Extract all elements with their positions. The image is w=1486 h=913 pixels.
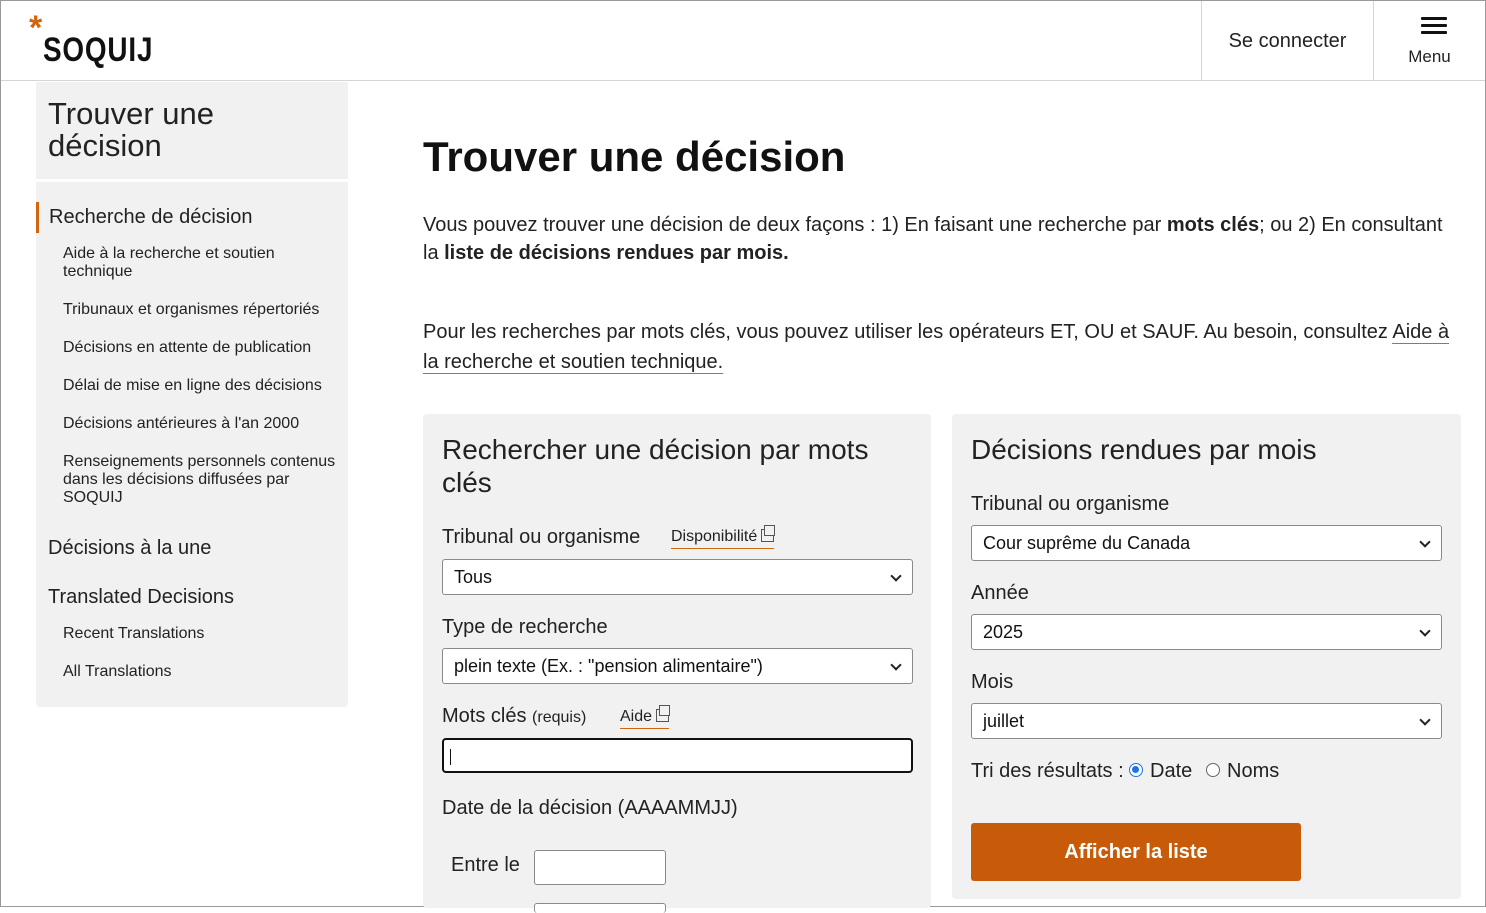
sort-date-radio[interactable] bbox=[1129, 763, 1143, 777]
soquij-logo[interactable]: * SOQUIJ bbox=[29, 11, 159, 69]
menu-button[interactable]: Menu bbox=[1374, 1, 1485, 81]
monthly-decisions-title: Décisions rendues par mois bbox=[971, 434, 1317, 465]
tribunal-select[interactable]: Tous bbox=[442, 559, 913, 595]
keywords-label: Mots clés (requis) bbox=[442, 705, 586, 728]
sidebar-item-aide-recherche[interactable]: Aide à la recherche et soutien technique bbox=[36, 245, 348, 281]
sidebar-item-recent-translations[interactable]: Recent Translations bbox=[36, 625, 348, 643]
sort-names-radio[interactable] bbox=[1206, 763, 1220, 777]
page-title: Trouver une décision bbox=[423, 133, 846, 180]
month-label: Mois bbox=[971, 671, 1014, 693]
chevron-down-icon bbox=[1419, 714, 1431, 726]
sidebar: Trouver une décision Recherche de décisi… bbox=[36, 82, 348, 707]
sidebar-item-translated-decisions[interactable]: Translated Decisions bbox=[36, 582, 348, 613]
operators-text: Pour les recherches par mots clés, vous … bbox=[423, 321, 1393, 343]
keywords-help-link-text: Aide bbox=[620, 708, 653, 725]
intro-text-1: Vous pouvez trouver une décision de deux… bbox=[423, 214, 1167, 236]
intro-bold-keywords: mots clés bbox=[1166, 214, 1260, 236]
login-button[interactable]: Se connecter bbox=[1201, 1, 1374, 81]
operators-paragraph: Pour les recherches par mots clés, vous … bbox=[423, 317, 1463, 377]
sidebar-item-all-translations[interactable]: All Translations bbox=[36, 663, 348, 681]
text-caret bbox=[450, 749, 451, 765]
sidebar-nav: Recherche de décision Aide à la recherch… bbox=[36, 202, 348, 681]
sort-date-label[interactable]: Date bbox=[1150, 760, 1192, 783]
sidebar-item-decisions-a-la-une[interactable]: Décisions à la une bbox=[36, 533, 348, 564]
decision-date-label: Date de la décision (AAAAMMJJ) bbox=[442, 797, 738, 819]
tribunal-label: Tribunal ou organisme bbox=[442, 526, 641, 548]
keyword-search-title: Rechercher une décision par mots clés bbox=[442, 434, 869, 498]
chevron-down-icon bbox=[890, 570, 902, 582]
year-select[interactable]: 2025 bbox=[971, 614, 1442, 650]
monthly-tribunal-select[interactable]: Cour suprême du Canada bbox=[971, 525, 1442, 561]
external-link-icon bbox=[761, 525, 776, 542]
year-label: Année bbox=[971, 582, 1029, 604]
search-type-label: Type de recherche bbox=[442, 616, 608, 638]
intro-paragraph: Vous pouvez trouver une décision de deux… bbox=[423, 211, 1463, 267]
hamburger-icon bbox=[1421, 17, 1447, 35]
site-header: * SOQUIJ Se connecter Menu bbox=[1, 1, 1485, 81]
external-link-icon bbox=[656, 705, 671, 722]
sidebar-item-decisions-anterieures[interactable]: Décisions antérieures à l'an 2000 bbox=[36, 415, 348, 433]
logo-asterisk-icon: * bbox=[29, 9, 43, 47]
month-select-value: juillet bbox=[983, 710, 1025, 731]
search-type-select[interactable]: plein texte (Ex. : "pension alimentaire"… bbox=[442, 648, 913, 684]
menu-label: Menu bbox=[1408, 47, 1451, 66]
logo-text: SOQUIJ bbox=[43, 31, 154, 69]
availability-link[interactable]: Disponibilité bbox=[671, 525, 776, 549]
monthly-tribunal-select-value: Cour suprême du Canada bbox=[983, 532, 1191, 553]
month-select[interactable]: juillet bbox=[971, 703, 1442, 739]
monthly-tribunal-label: Tribunal ou organisme bbox=[971, 493, 1170, 515]
sidebar-item-renseignements-personnels[interactable]: Renseignements personnels contenus dans … bbox=[36, 453, 348, 507]
chevron-down-icon bbox=[1419, 536, 1431, 548]
keywords-label-text: Mots clés bbox=[442, 705, 527, 727]
year-select-value: 2025 bbox=[983, 621, 1024, 642]
date-from-input[interactable] bbox=[534, 850, 666, 885]
sort-label: Tri des résultats : bbox=[971, 760, 1124, 782]
sort-names-label[interactable]: Noms bbox=[1227, 760, 1279, 783]
keyword-search-panel: Rechercher une décision par mots clés Tr… bbox=[423, 414, 931, 913]
show-list-button[interactable]: Afficher la liste bbox=[971, 823, 1301, 881]
tribunal-select-value: Tous bbox=[454, 566, 493, 587]
sidebar-item-tribunaux[interactable]: Tribunaux et organismes répertoriés bbox=[36, 301, 348, 319]
sidebar-item-decisions-attente[interactable]: Décisions en attente de publication bbox=[36, 339, 348, 357]
intro-bold-list: liste de décisions rendues par mois. bbox=[444, 242, 789, 264]
between-label: Entre le bbox=[451, 854, 520, 876]
search-type-select-value: plein texte (Ex. : "pension alimentaire"… bbox=[454, 655, 763, 676]
keywords-input[interactable] bbox=[442, 738, 913, 773]
sidebar-item-recherche-de-decision[interactable]: Recherche de décision bbox=[36, 202, 348, 233]
keywords-required-text: (requis) bbox=[532, 709, 587, 726]
chevron-down-icon bbox=[890, 659, 902, 671]
availability-link-text: Disponibilité bbox=[671, 528, 758, 545]
sidebar-item-delai-mise-en-ligne[interactable]: Délai de mise en ligne des décisions bbox=[36, 377, 348, 395]
date-to-input[interactable] bbox=[534, 903, 666, 913]
keywords-help-link[interactable]: Aide bbox=[620, 705, 671, 729]
sidebar-title: Trouver une décision bbox=[36, 82, 348, 182]
chevron-down-icon bbox=[1419, 625, 1431, 637]
